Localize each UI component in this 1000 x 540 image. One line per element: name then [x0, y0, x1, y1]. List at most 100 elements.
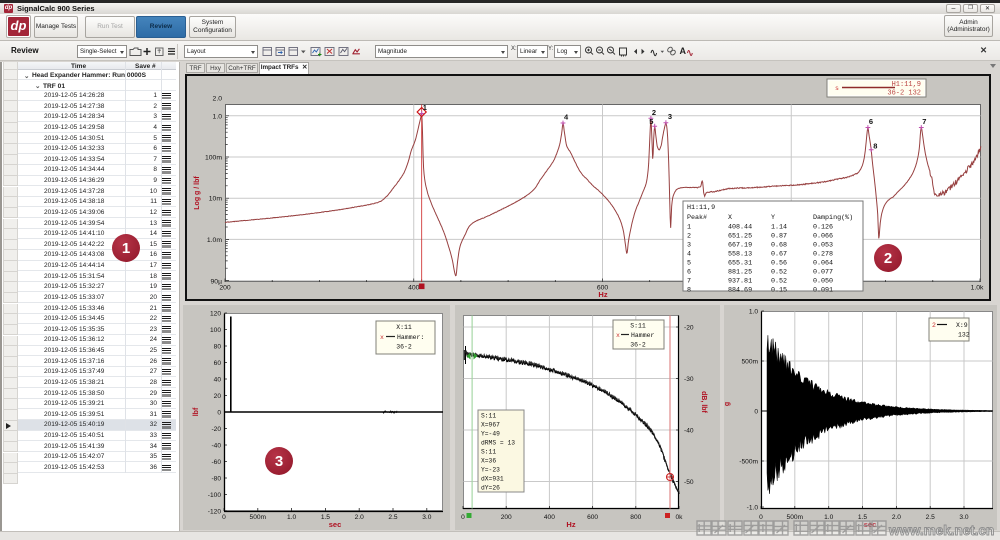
svg-text:132: 132 — [958, 332, 970, 339]
svg-text:2.0: 2.0 — [355, 514, 364, 521]
svg-text:lbf: lbf — [193, 407, 200, 416]
svg-text:3: 3 — [668, 112, 672, 121]
svg-text:6: 6 — [687, 269, 691, 277]
svg-text:0.050: 0.050 — [813, 278, 833, 286]
svg-text:X:11: X:11 — [396, 324, 412, 331]
svg-text:1.0m: 1.0m — [207, 237, 222, 244]
svg-text:0.87: 0.87 — [771, 233, 787, 241]
svg-text:0k: 0k — [676, 514, 684, 521]
svg-text:1.14: 1.14 — [771, 224, 787, 232]
svg-text:5: 5 — [649, 117, 653, 126]
svg-text:3: 3 — [687, 242, 691, 250]
svg-text:0.064: 0.064 — [813, 260, 833, 268]
svg-text:x: x — [380, 334, 384, 341]
svg-text:0.077: 0.077 — [813, 269, 833, 277]
svg-text:36-2: 36-2 — [630, 342, 646, 349]
svg-text:100: 100 — [210, 327, 221, 334]
svg-text:1.0: 1.0 — [749, 308, 758, 315]
svg-text:dY=26: dY=26 — [481, 485, 500, 492]
svg-text:Log g / lbf: Log g / lbf — [194, 176, 201, 210]
svg-text:-50: -50 — [684, 479, 694, 486]
svg-text:Hammer: Hammer — [631, 332, 655, 339]
svg-text:0.066: 0.066 — [813, 233, 833, 241]
svg-text:200: 200 — [219, 285, 231, 292]
svg-text:5: 5 — [687, 260, 691, 268]
svg-text:S:11: S:11 — [481, 413, 496, 420]
svg-text:60: 60 — [214, 360, 222, 367]
svg-text:-120: -120 — [208, 508, 222, 515]
svg-text:S:11: S:11 — [481, 449, 496, 456]
svg-text:s: s — [835, 85, 839, 92]
svg-text:2.0: 2.0 — [892, 514, 901, 521]
svg-text:0: 0 — [754, 408, 758, 415]
svg-text:1.0: 1.0 — [824, 514, 833, 521]
svg-text:0: 0 — [759, 514, 763, 521]
svg-text:36-2 132: 36-2 132 — [887, 90, 921, 98]
svg-text:7: 7 — [922, 117, 926, 126]
svg-text:dRMS = 13: dRMS = 13 — [481, 440, 515, 447]
svg-text:www.mek.net.cn: www.mek.net.cn — [888, 523, 994, 538]
svg-text:1.0: 1.0 — [213, 113, 223, 120]
svg-text:1.0: 1.0 — [287, 514, 296, 521]
svg-text:-1.0: -1.0 — [747, 504, 759, 511]
svg-text:884.69: 884.69 — [728, 287, 752, 295]
svg-text:408.44: 408.44 — [728, 224, 752, 232]
svg-text:0.126: 0.126 — [813, 224, 833, 232]
svg-text:0.67: 0.67 — [771, 251, 787, 259]
svg-text:Y=-49: Y=-49 — [481, 431, 500, 438]
svg-text:X=36: X=36 — [481, 458, 496, 465]
svg-text:0.15: 0.15 — [771, 287, 787, 295]
svg-text:-80: -80 — [211, 475, 221, 482]
svg-text:0.52: 0.52 — [771, 278, 787, 286]
svg-text:400: 400 — [544, 514, 555, 521]
svg-text:Y: Y — [771, 214, 775, 222]
svg-text:X=967: X=967 — [481, 422, 500, 429]
svg-text:0.68: 0.68 — [771, 242, 787, 250]
svg-text:655.31: 655.31 — [728, 260, 752, 268]
svg-text:558.13: 558.13 — [728, 251, 752, 259]
svg-text:-20: -20 — [684, 324, 694, 331]
svg-text:0.053: 0.053 — [813, 242, 833, 250]
svg-text:40: 40 — [214, 376, 222, 383]
svg-text:500m: 500m — [787, 514, 804, 521]
svg-text:-100: -100 — [208, 492, 222, 499]
svg-text:6: 6 — [869, 117, 873, 126]
svg-text:sec: sec — [329, 520, 342, 529]
svg-text:500m: 500m — [250, 514, 267, 521]
svg-text:3.0: 3.0 — [422, 514, 431, 521]
svg-text:100m: 100m — [205, 155, 222, 162]
svg-text:20: 20 — [214, 393, 222, 400]
svg-text:2.0: 2.0 — [213, 96, 223, 103]
svg-text:-40: -40 — [211, 442, 221, 449]
svg-text:Y=-23: Y=-23 — [481, 467, 500, 474]
svg-text:X: X — [728, 214, 732, 222]
svg-text:-30: -30 — [684, 376, 694, 383]
svg-text:400: 400 — [408, 285, 420, 292]
svg-text:0.278: 0.278 — [813, 251, 833, 259]
svg-text:g: g — [724, 402, 731, 406]
svg-text:8: 8 — [687, 287, 691, 295]
svg-text:80: 80 — [214, 343, 222, 350]
svg-text:7: 7 — [687, 278, 691, 286]
svg-text:800: 800 — [630, 514, 641, 521]
svg-text:4: 4 — [564, 113, 569, 122]
svg-text:651.25: 651.25 — [728, 233, 752, 241]
svg-text:3.0: 3.0 — [959, 514, 968, 521]
svg-text:1: 1 — [423, 103, 427, 112]
svg-text:2: 2 — [652, 108, 656, 117]
svg-text:500m: 500m — [742, 358, 759, 365]
svg-text:H1:11,9: H1:11,9 — [687, 204, 715, 212]
svg-text:2: 2 — [687, 233, 691, 241]
svg-text:dB, lbf: dB, lbf — [700, 391, 707, 413]
svg-text:8: 8 — [873, 142, 877, 151]
svg-text:200: 200 — [501, 514, 512, 521]
svg-text:2.5: 2.5 — [926, 514, 935, 521]
svg-text:0.091: 0.091 — [813, 287, 833, 295]
svg-text:x: x — [616, 332, 620, 339]
svg-text:2: 2 — [932, 322, 936, 329]
svg-text:0.52: 0.52 — [771, 269, 787, 277]
svg-text:1.0k: 1.0k — [971, 285, 984, 292]
svg-text:Peak#: Peak# — [687, 214, 707, 222]
svg-text:0: 0 — [461, 514, 465, 521]
svg-text:0.56: 0.56 — [771, 260, 787, 268]
